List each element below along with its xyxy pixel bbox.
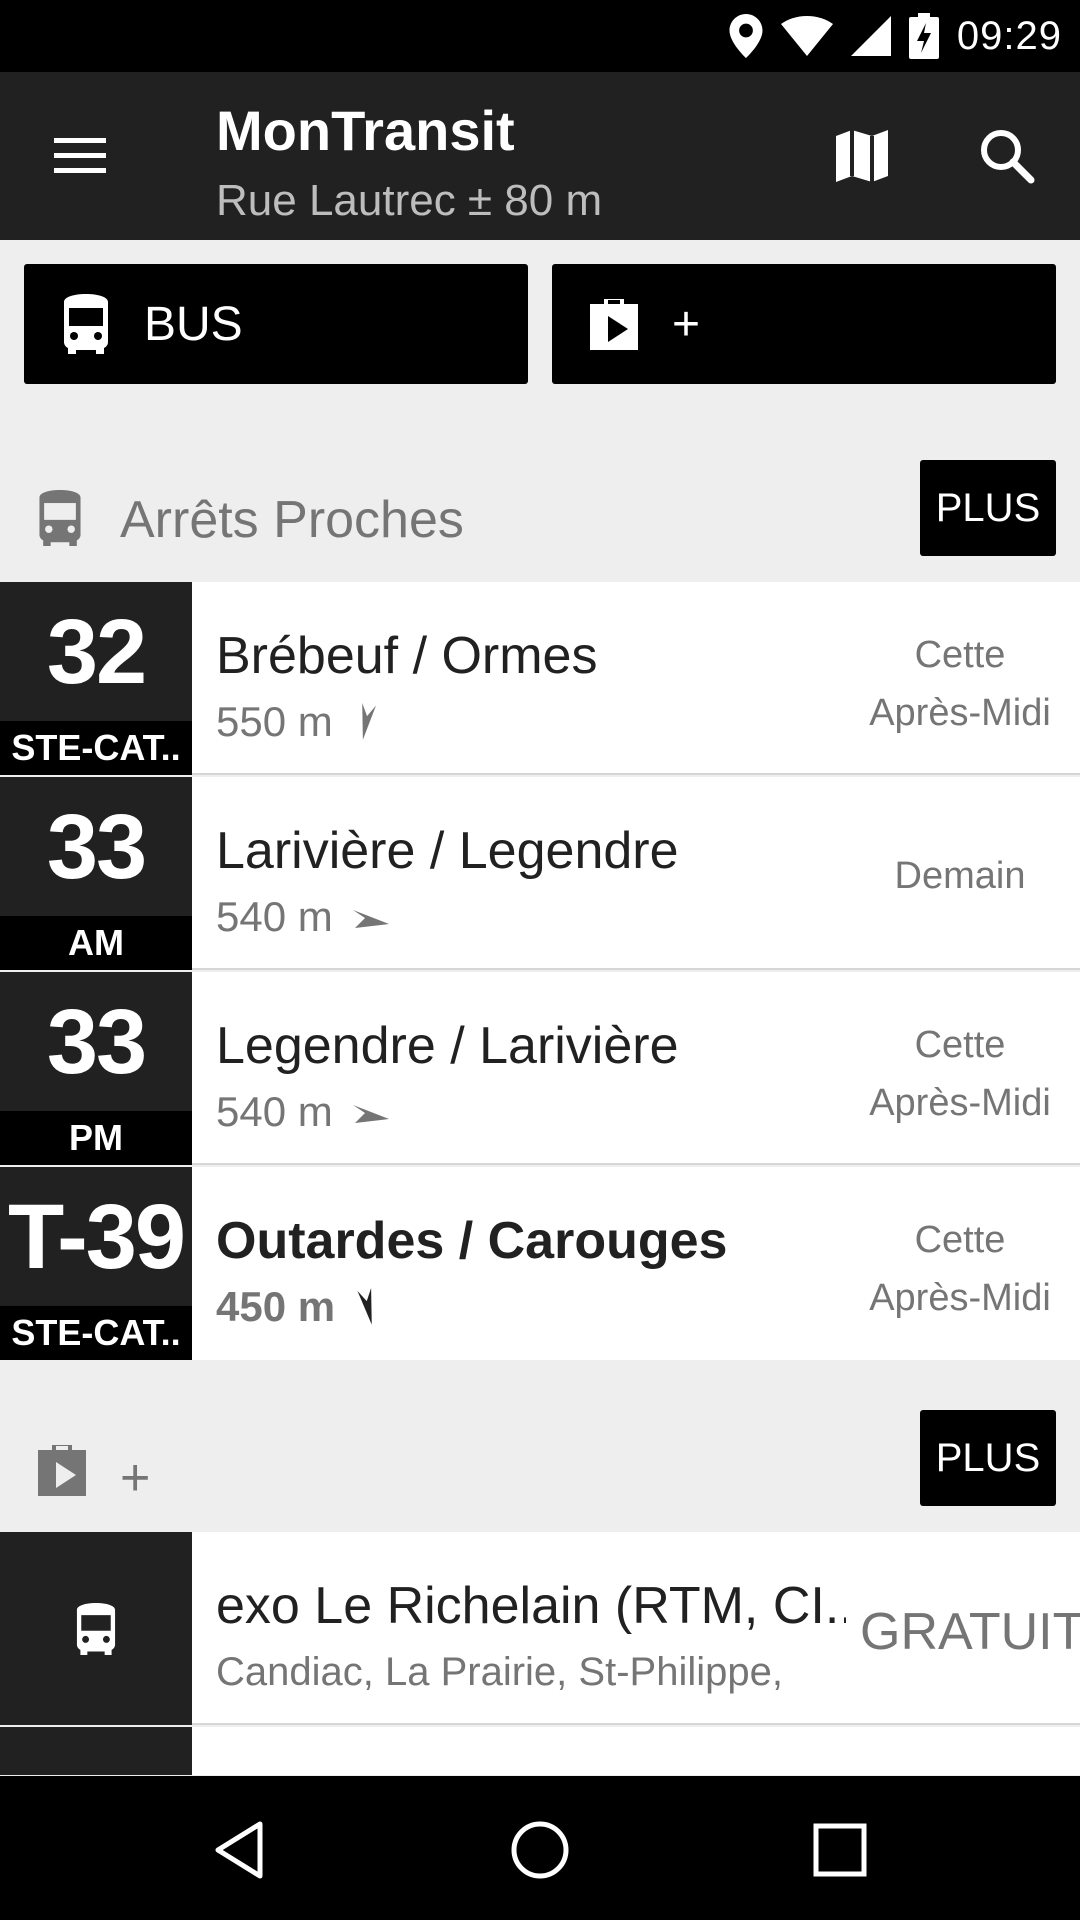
bus-button-label: BUS <box>144 297 243 351</box>
agency-price: GRATUIT <box>860 1603 1080 1661</box>
add-module-label: + <box>672 297 701 351</box>
menu-icon[interactable] <box>50 128 110 184</box>
home-icon[interactable] <box>508 1818 572 1882</box>
map-icon[interactable] <box>830 124 894 188</box>
route-number: 32 <box>46 601 147 703</box>
stop-name: Legendre / Larivière <box>216 1017 679 1075</box>
bus-icon <box>76 1602 116 1655</box>
route-badge: 33 PM <box>0 972 192 1165</box>
stop-row[interactable]: 33 PM Legendre / Larivière 540 m Cette A… <box>0 972 1080 1165</box>
stop-row[interactable]: T-39 STE-CAT.. Outardes / Carouges 450 m… <box>0 1167 1080 1360</box>
stop-time: Demain <box>894 855 1026 897</box>
location-icon <box>729 14 763 58</box>
status-time: 09:29 <box>956 13 1062 58</box>
recents-icon[interactable] <box>808 1818 872 1882</box>
route-badge <box>0 1727 192 1775</box>
stop-distance: 550 m <box>216 698 333 745</box>
stop-distance: 540 m <box>216 1088 333 1135</box>
route-badge: 33 AM <box>0 777 192 970</box>
stop-row[interactable]: 32 STE-CAT.. Brébeuf / Ormes 550 m Cette… <box>0 582 1080 775</box>
list-item-partial <box>0 1727 1080 1775</box>
add-module-button[interactable]: + <box>552 264 1056 384</box>
location-subtitle: Rue Lautrec ± 80 m <box>216 176 603 225</box>
route-direction: PM <box>0 1111 192 1165</box>
route-number: T-39 <box>7 1186 186 1288</box>
battery-icon <box>908 13 939 59</box>
search-icon[interactable] <box>975 124 1039 188</box>
back-icon[interactable] <box>208 1818 272 1882</box>
modules-section-header: + PLUS <box>0 1410 1080 1530</box>
bus-icon <box>39 490 81 546</box>
stop-name: Outardes / Carouges <box>216 1212 728 1270</box>
route-direction: STE-CAT.. <box>0 721 192 775</box>
stop-row[interactable]: 33 AM Larivière / Legendre 540 m Demain <box>0 777 1080 970</box>
navigation-bar <box>0 1776 1080 1920</box>
compass-arrow-icon <box>361 703 376 740</box>
agency-row[interactable]: exo Le Richelain (RTM, CI.. Candiac, La … <box>0 1532 1080 1725</box>
app-bar: MonTransit Rue Lautrec ± 80 m <box>0 72 1080 240</box>
app-title: MonTransit <box>216 99 515 162</box>
route-number: 33 <box>46 796 147 898</box>
agency-name: exo Le Richelain (RTM, CI.. <box>216 1577 846 1635</box>
route-badge: T-39 STE-CAT.. <box>0 1167 192 1360</box>
compass-arrow-icon <box>352 910 389 928</box>
status-bar: 09:29 <box>0 0 1080 72</box>
route-direction: AM <box>0 916 192 970</box>
agency-location: Candiac, La Prairie, St-Philippe, <box>216 1650 783 1694</box>
stop-time: Cette Après-Midi <box>869 1024 1051 1124</box>
nearby-section-header: Arrêts Proches PLUS <box>0 460 1080 580</box>
agency-badge <box>0 1532 192 1725</box>
signal-icon <box>850 16 891 56</box>
nearby-title: Arrêts Proches <box>120 491 464 549</box>
bus-icon <box>64 294 108 354</box>
stop-distance-row: 540 m <box>216 1088 391 1136</box>
stop-distance-row: 540 m <box>216 893 391 941</box>
stop-distance-row: 550 m <box>216 698 381 746</box>
play-bag-icon <box>590 299 638 350</box>
stop-distance-row: 450 m <box>216 1283 383 1331</box>
route-number: 33 <box>46 991 147 1093</box>
stop-distance: 540 m <box>216 893 333 940</box>
stop-distance: 450 m <box>216 1283 336 1330</box>
stop-time: Cette Après-Midi <box>869 1219 1051 1319</box>
play-bag-icon <box>38 1445 86 1496</box>
stop-time: Cette Après-Midi <box>869 634 1051 734</box>
nearby-more-button[interactable]: PLUS <box>920 460 1056 556</box>
route-direction: STE-CAT.. <box>0 1306 192 1360</box>
compass-arrow-icon <box>357 1287 372 1325</box>
route-badge: 32 STE-CAT.. <box>0 582 192 775</box>
wifi-icon <box>780 16 833 56</box>
compass-arrow-icon <box>352 1105 389 1123</box>
modules-more-button[interactable]: PLUS <box>920 1410 1056 1506</box>
stop-name: Brébeuf / Ormes <box>216 627 598 685</box>
modules-title: + <box>120 1449 151 1507</box>
bus-button[interactable]: BUS <box>24 264 528 384</box>
stop-name: Larivière / Legendre <box>216 822 679 880</box>
